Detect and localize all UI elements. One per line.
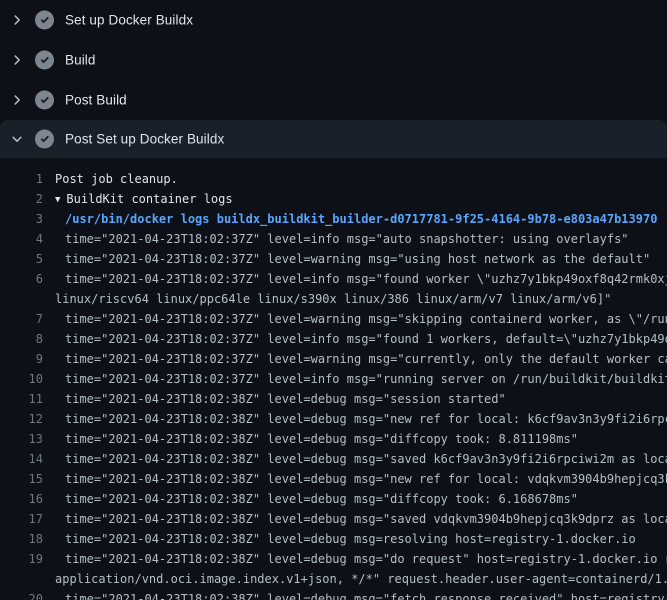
log-line: 9 time="2021-04-23T18:02:37Z" level=warn… [0, 349, 667, 369]
log-line-text: time="2021-04-23T18:02:38Z" level=debug … [65, 589, 667, 600]
log-line-number[interactable]: 16 [0, 489, 43, 509]
check-circle-icon [35, 11, 54, 30]
log-line: 3 /usr/bin/docker logs buildx_buildkit_b… [0, 209, 667, 229]
check-circle-icon [35, 51, 54, 70]
log-line-number[interactable]: 18 [0, 529, 43, 549]
log-line: 14 time="2021-04-23T18:02:38Z" level=deb… [0, 449, 667, 469]
log-line: 18 time="2021-04-23T18:02:38Z" level=deb… [0, 529, 667, 549]
log-line: 1 Post job cleanup. [0, 169, 667, 189]
log-line-text: time="2021-04-23T18:02:38Z" level=debug … [65, 429, 578, 449]
log-line: linux/riscv64 linux/ppc64le linux/s390x … [0, 289, 667, 309]
log-line-text: time="2021-04-23T18:02:37Z" level=warnin… [65, 349, 667, 369]
log-line-number[interactable]: 15 [0, 469, 43, 489]
log-line: 15 time="2021-04-23T18:02:38Z" level=deb… [0, 469, 667, 489]
log-line-number[interactable]: 6 [0, 269, 43, 289]
step-label: Post Build [65, 93, 127, 108]
step-row-3[interactable]: Post Set up Docker Buildx [0, 120, 667, 158]
log-line-number[interactable]: 10 [0, 369, 43, 389]
log-line: 2 ▼ BuildKit container logs [0, 189, 667, 209]
log-line: 5 time="2021-04-23T18:02:37Z" level=warn… [0, 249, 667, 269]
log-line-text: linux/riscv64 linux/ppc64le linux/s390x … [55, 289, 611, 309]
step-label: Post Set up Docker Buildx [65, 132, 224, 147]
log-line-text: time="2021-04-23T18:02:38Z" level=debug … [65, 409, 667, 429]
log-line: 13 time="2021-04-23T18:02:38Z" level=deb… [0, 429, 667, 449]
log-line-number[interactable]: 9 [0, 349, 43, 369]
log-line-text: time="2021-04-23T18:02:38Z" level=debug … [65, 449, 667, 469]
log-line-number[interactable]: 14 [0, 449, 43, 469]
log-line-text: time="2021-04-23T18:02:37Z" level=warnin… [65, 309, 667, 329]
log-line: 12 time="2021-04-23T18:02:38Z" level=deb… [0, 409, 667, 429]
step-row-0[interactable]: Set up Docker Buildx [0, 0, 667, 40]
step-label: Set up Docker Buildx [65, 13, 193, 28]
step-row-2[interactable]: Post Build [0, 80, 667, 120]
log-line-text: time="2021-04-23T18:02:38Z" level=debug … [65, 389, 506, 409]
log-line-number[interactable]: 20 [0, 589, 43, 600]
log-line-text: time="2021-04-23T18:02:37Z" level=warnin… [65, 249, 650, 269]
log-line: 8 time="2021-04-23T18:02:37Z" level=info… [0, 329, 667, 349]
log-line-number[interactable]: 12 [0, 409, 43, 429]
chevron-right-icon [9, 92, 25, 108]
log-line-text: time="2021-04-23T18:02:37Z" level=info m… [65, 269, 667, 289]
log-line-text: time="2021-04-23T18:02:38Z" level=debug … [65, 489, 578, 509]
log-line: application/vnd.oci.image.index.v1+json,… [0, 569, 667, 589]
log-line-text: Post job cleanup. [55, 169, 178, 189]
log-line: 16 time="2021-04-23T18:02:38Z" level=deb… [0, 489, 667, 509]
log-line-number[interactable]: 7 [0, 309, 43, 329]
log-line: 19 time="2021-04-23T18:02:38Z" level=deb… [0, 549, 667, 569]
log-line: 4 time="2021-04-23T18:02:37Z" level=info… [0, 229, 667, 249]
log-line-number[interactable]: 4 [0, 229, 43, 249]
log-line-number[interactable]: 8 [0, 329, 43, 349]
log-line-text: time="2021-04-23T18:02:38Z" level=debug … [65, 469, 667, 489]
chevron-right-icon [9, 12, 25, 28]
log-line: 17 time="2021-04-23T18:02:38Z" level=deb… [0, 509, 667, 529]
log-line-text: /usr/bin/docker logs buildx_buildkit_bui… [65, 209, 657, 229]
log-line: 20 time="2021-04-23T18:02:38Z" level=deb… [0, 589, 667, 600]
log-line-text: time="2021-04-23T18:02:37Z" level=info m… [65, 329, 667, 349]
steps-list: Set up Docker Buildx Build P [0, 0, 667, 158]
log-line-text: time="2021-04-23T18:02:38Z" level=debug … [65, 509, 667, 529]
log-line: 10 time="2021-04-23T18:02:37Z" level=inf… [0, 369, 667, 389]
log-line-number[interactable]: 13 [0, 429, 43, 449]
log-line-number[interactable]: 19 [0, 549, 43, 569]
group-header-label: BuildKit container logs [66, 192, 232, 206]
check-circle-icon [35, 130, 54, 149]
log-line-text: time="2021-04-23T18:02:37Z" level=info m… [65, 369, 667, 389]
log-line: 6 time="2021-04-23T18:02:37Z" level=info… [0, 269, 667, 289]
step-row-1[interactable]: Build [0, 40, 667, 80]
actions-job-log-panel: Set up Docker Buildx Build P [0, 0, 667, 600]
log-line-text: time="2021-04-23T18:02:38Z" level=debug … [65, 529, 636, 549]
group-collapse-arrow-icon[interactable]: ▼ [55, 195, 60, 205]
check-circle-icon [35, 91, 54, 110]
log-line-number[interactable]: 1 [0, 169, 43, 189]
log-line: 11 time="2021-04-23T18:02:38Z" level=deb… [0, 389, 667, 409]
log-line-text: time="2021-04-23T18:02:37Z" level=info m… [65, 229, 629, 249]
chevron-right-icon [9, 52, 25, 68]
step-label: Build [65, 53, 96, 68]
log-line-number[interactable]: 2 [0, 189, 43, 209]
log-line-text[interactable]: ▼ BuildKit container logs [55, 189, 233, 210]
log-line-text: time="2021-04-23T18:02:38Z" level=debug … [65, 549, 667, 569]
log-line-number[interactable]: 5 [0, 249, 43, 269]
log-line-number[interactable]: 17 [0, 509, 43, 529]
chevron-down-icon [9, 131, 25, 147]
log-area: 1 Post job cleanup. 2 ▼ BuildKit containe… [0, 158, 667, 600]
log-line-text: application/vnd.oci.image.index.v1+json,… [55, 569, 667, 589]
log-line-number[interactable]: 3 [0, 209, 43, 229]
log-line-number[interactable]: 11 [0, 389, 43, 409]
log-line: 7 time="2021-04-23T18:02:37Z" level=warn… [0, 309, 667, 329]
